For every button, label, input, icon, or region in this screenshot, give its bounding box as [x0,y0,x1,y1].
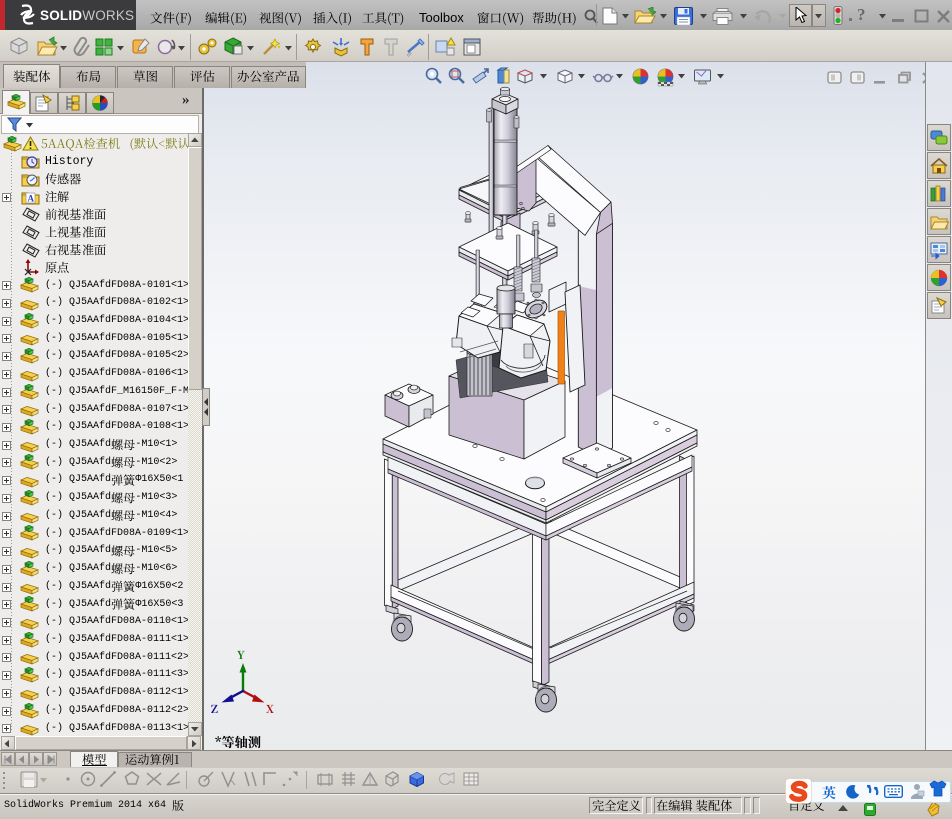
svg-text:SOLIDWORKS: SOLIDWORKS [40,8,134,23]
svg-text:A: A [28,193,35,203]
